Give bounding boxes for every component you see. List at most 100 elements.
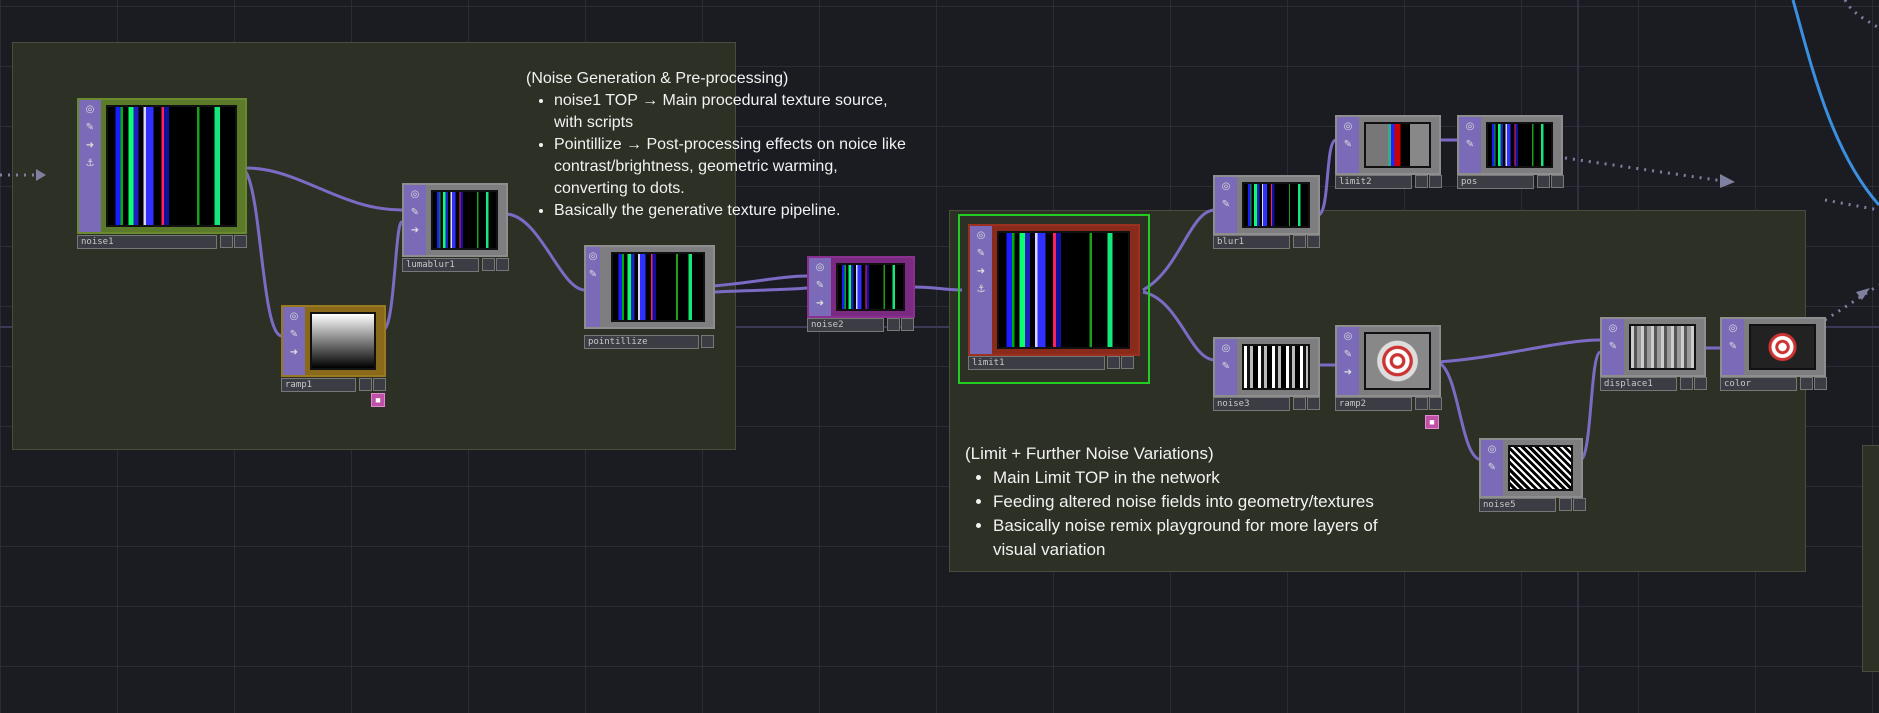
node-display-button[interactable] — [1573, 498, 1586, 511]
arrow-right-icon[interactable]: ➜ — [812, 296, 828, 312]
node-display-button[interactable] — [1814, 377, 1827, 390]
lock-icon[interactable]: ⚓ — [973, 282, 989, 298]
viewer-toggle-icon[interactable]: ◎ — [1218, 179, 1234, 195]
node-name-label[interactable]: ramp1 — [281, 378, 356, 392]
node-name-label[interactable]: pointillize — [584, 335, 699, 349]
node-viewer[interactable] — [611, 252, 705, 322]
node-limit1[interactable]: ◎ ✎ ➜ ⚓ limit1 — [968, 224, 1140, 372]
node-bypass-button[interactable] — [1559, 498, 1572, 511]
node-name-label[interactable]: noise5 — [1479, 498, 1556, 512]
node-bypass-button[interactable] — [1293, 235, 1306, 248]
node-limit2[interactable]: ◎ ✎ limit2 — [1335, 115, 1442, 190]
arrow-right-icon[interactable]: ➜ — [407, 223, 423, 239]
node-viewer[interactable] — [1242, 182, 1310, 228]
pen-icon[interactable]: ✎ — [1605, 339, 1621, 355]
pen-icon[interactable]: ✎ — [1218, 359, 1234, 375]
node-noise5[interactable]: ◎ ✎ noise5 — [1479, 438, 1586, 513]
node-display-button[interactable] — [496, 258, 509, 271]
node-bypass-button[interactable] — [887, 318, 900, 331]
pen-icon[interactable]: ✎ — [585, 267, 601, 283]
node-name-label[interactable]: displace1 — [1600, 377, 1677, 391]
viewer-toggle-icon[interactable]: ◎ — [1484, 442, 1500, 458]
pen-icon[interactable]: ✎ — [1340, 347, 1356, 363]
node-display-button[interactable] — [701, 335, 714, 348]
viewer-toggle-icon[interactable]: ◎ — [407, 187, 423, 203]
lock-icon[interactable]: ⚓ — [82, 156, 98, 172]
viewer-toggle-icon[interactable]: ◎ — [1340, 329, 1356, 345]
node-lumablur1[interactable]: ◎ ✎ ➜ lumablur1 — [402, 183, 509, 272]
node-viewer[interactable] — [431, 190, 498, 250]
node-viewer[interactable] — [1508, 445, 1573, 491]
node-display-button[interactable] — [234, 235, 247, 248]
node-bypass-button[interactable] — [1415, 175, 1428, 188]
node-bypass-button[interactable] — [220, 235, 233, 248]
node-viewer[interactable] — [310, 312, 376, 370]
node-name-label[interactable]: blur1 — [1213, 235, 1290, 249]
node-display-button[interactable] — [1429, 397, 1442, 410]
node-name-label[interactable]: limit2 — [1335, 175, 1412, 189]
pen-icon[interactable]: ✎ — [407, 205, 423, 221]
node-viewer[interactable] — [997, 231, 1130, 349]
node-viewer[interactable] — [1629, 324, 1696, 370]
node-color[interactable]: ◎ ✎ color — [1720, 317, 1827, 392]
node-display-button[interactable] — [1429, 175, 1442, 188]
node-name-label[interactable]: noise3 — [1213, 397, 1290, 411]
node-viewer[interactable] — [1486, 122, 1553, 168]
node-viewer[interactable] — [106, 105, 237, 227]
node-name-label[interactable]: limit1 — [968, 356, 1105, 370]
arrow-right-icon[interactable]: ➜ — [973, 264, 989, 280]
node-displace1[interactable]: ◎ ✎ displace1 — [1600, 317, 1707, 392]
node-display-button[interactable] — [1307, 397, 1320, 410]
node-name-label[interactable]: pos — [1457, 175, 1534, 189]
viewer-toggle-icon[interactable]: ◎ — [1218, 341, 1234, 357]
node-name-label[interactable]: color — [1720, 377, 1797, 391]
node-name-label[interactable]: noise2 — [807, 318, 884, 332]
node-ramp2[interactable]: ◎ ✎ ➜ ramp2 — [1335, 325, 1442, 413]
node-viewer[interactable] — [1242, 344, 1310, 390]
node-viewer[interactable] — [1749, 324, 1816, 370]
node-display-button[interactable] — [901, 318, 914, 331]
node-display-button[interactable] — [1551, 175, 1564, 188]
script-dat-icon[interactable]: ■ — [371, 393, 385, 407]
arrow-right-icon[interactable]: ➜ — [82, 138, 98, 154]
arrow-right-icon[interactable]: ➜ — [1340, 365, 1356, 381]
viewer-toggle-icon[interactable]: ◎ — [1605, 321, 1621, 337]
pen-icon[interactable]: ✎ — [812, 278, 828, 294]
node-bypass-button[interactable] — [1415, 397, 1428, 410]
node-bypass-button[interactable] — [1107, 356, 1120, 369]
node-display-button[interactable] — [1694, 377, 1707, 390]
viewer-toggle-icon[interactable]: ◎ — [286, 309, 302, 325]
node-display-button[interactable] — [373, 378, 386, 391]
pen-icon[interactable]: ✎ — [286, 327, 302, 343]
node-name-label[interactable]: ramp2 — [1335, 397, 1412, 411]
viewer-toggle-icon[interactable]: ◎ — [973, 228, 989, 244]
viewer-toggle-icon[interactable]: ◎ — [1462, 119, 1478, 135]
pen-icon[interactable]: ✎ — [1340, 137, 1356, 153]
arrow-right-icon[interactable]: ➜ — [286, 345, 302, 361]
node-viewer[interactable] — [1364, 332, 1431, 390]
node-bypass-button[interactable] — [1537, 175, 1550, 188]
viewer-toggle-icon[interactable]: ◎ — [1340, 119, 1356, 135]
node-pointillize[interactable]: ◎ ✎ pointillize — [584, 245, 715, 350]
node-pos[interactable]: ◎ ✎ pos — [1457, 115, 1564, 190]
node-display-button[interactable] — [1307, 235, 1320, 248]
script-dat-icon[interactable]: ■ — [1425, 415, 1439, 429]
pen-icon[interactable]: ✎ — [973, 246, 989, 262]
node-viewer[interactable] — [836, 263, 905, 311]
pen-icon[interactable]: ✎ — [1725, 339, 1741, 355]
viewer-toggle-icon[interactable]: ◎ — [82, 102, 98, 118]
viewer-toggle-icon[interactable]: ◎ — [1725, 321, 1741, 337]
node-bypass-button[interactable] — [1800, 377, 1813, 390]
node-bypass-button[interactable] — [1680, 377, 1693, 390]
pen-icon[interactable]: ✎ — [1218, 197, 1234, 213]
node-bypass-button[interactable] — [359, 378, 372, 391]
node-viewer[interactable] — [1364, 122, 1431, 168]
pen-icon[interactable]: ✎ — [1462, 137, 1478, 153]
node-blur1[interactable]: ◎ ✎ blur1 — [1213, 175, 1320, 250]
viewer-toggle-icon[interactable]: ◎ — [812, 260, 828, 276]
viewer-toggle-icon[interactable]: ◎ — [585, 249, 601, 265]
node-bypass-button[interactable] — [1293, 397, 1306, 410]
node-bypass-button[interactable] — [482, 258, 495, 271]
node-noise3[interactable]: ◎ ✎ noise3 — [1213, 337, 1320, 412]
node-display-button[interactable] — [1121, 356, 1134, 369]
